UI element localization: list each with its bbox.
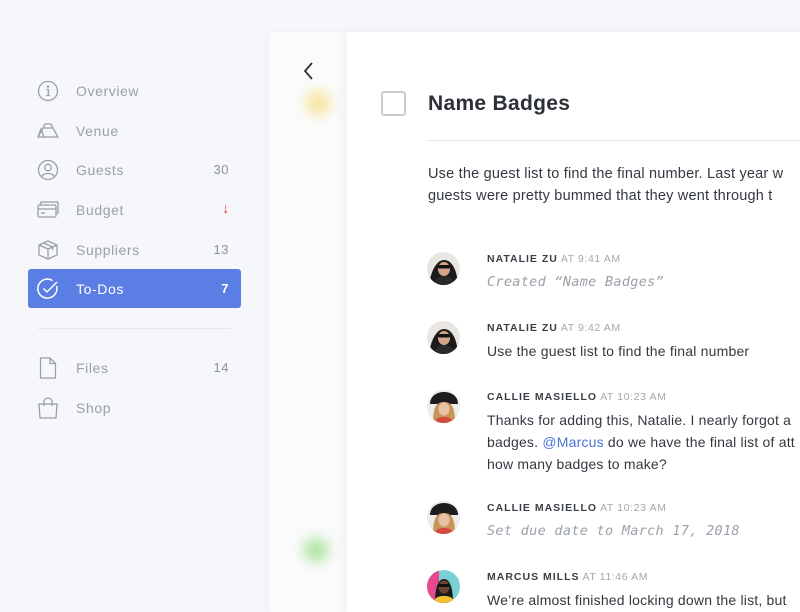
guests-count: 30 [213, 162, 229, 177]
avatar [427, 501, 460, 534]
avatar [427, 570, 460, 603]
title-divider [428, 140, 800, 141]
comment-meta: CALLIE MASIELLO AT 10:23 AM [487, 501, 800, 515]
comment-line: badges. @Marcus do we have the final lis… [487, 431, 800, 453]
comment-author: CALLIE MASIELLO [487, 391, 598, 403]
box-icon [37, 239, 59, 261]
check-circle-icon [37, 278, 59, 300]
task-description: Use the guest list to find the final num… [428, 163, 800, 207]
comment-line: Thanks for adding this, Natalie. I nearl… [487, 412, 792, 428]
comment-author: NATALIE ZU [487, 322, 558, 334]
comment-body: CALLIE MASIELLO AT 10:23 AM Set due date … [487, 501, 800, 542]
activity-text: Created “Name Badges” [487, 274, 664, 290]
comment-body: NATALIE ZU AT 9:41 AM Created “Name Badge… [487, 252, 800, 293]
task-title: Name Badges [428, 92, 571, 115]
comment-meta: NATALIE ZU AT 9:41 AM [487, 252, 800, 266]
sidebar-item-venue[interactable]: Venue [28, 111, 241, 150]
description-line: Use the guest list to find the final num… [428, 166, 784, 182]
sidebar-item-budget[interactable]: Budget ↓ [28, 190, 241, 229]
shopping-bag-icon [37, 397, 59, 419]
sidebar: Overview Venue Guests 30 Budget ↓ Suppli… [0, 0, 268, 600]
comment-text: We’re almost finished locking down the l… [487, 592, 787, 608]
sidebar-item-label: Shop [76, 400, 112, 416]
comment-text-segment: badges. [487, 434, 543, 450]
blurred-status-dot [305, 90, 331, 116]
comment-time: AT 9:41 AM [560, 253, 621, 265]
avatar [427, 252, 460, 285]
files-count: 14 [213, 360, 229, 375]
comment-meta: CALLIE MASIELLO AT 10:23 AM [487, 390, 800, 404]
task-list-panel [269, 32, 349, 612]
sidebar-item-guests[interactable]: Guests 30 [28, 150, 241, 189]
sidebar-divider [38, 328, 231, 329]
sidebar-item-todos[interactable]: To-Dos 7 [28, 269, 241, 308]
comment-body: MARCUS MILLS AT 11:46 AM We’re almost fin… [487, 570, 800, 611]
comment-time: AT 11:46 AM [582, 571, 649, 583]
comment-text: Thanks for adding this, Natalie. I nearl… [487, 409, 800, 475]
suppliers-count: 13 [213, 242, 229, 257]
comment-text: Use the guest list to find the final num… [487, 343, 750, 359]
sidebar-item-label: Suppliers [76, 242, 140, 258]
sidebar-item-label: Venue [76, 123, 119, 139]
budget-down-arrow-icon: ↓ [222, 200, 230, 217]
sidebar-item-label: Budget [76, 202, 124, 218]
back-button[interactable] [299, 59, 319, 83]
comment-meta: NATALIE ZU AT 9:42 AM [487, 321, 800, 335]
comment-meta: MARCUS MILLS AT 11:46 AM [487, 570, 800, 584]
comment-line: how many badges to make? [487, 456, 667, 472]
task-complete-checkbox[interactable] [381, 91, 406, 116]
comment-time: AT 9:42 AM [560, 322, 621, 334]
sidebar-item-label: Guests [76, 162, 124, 178]
sidebar-item-files[interactable]: Files 14 [28, 348, 241, 387]
comment-body: CALLIE MASIELLO AT 10:23 AM Thanks for ad… [487, 390, 800, 475]
todos-count: 7 [221, 281, 229, 296]
budget-card-icon [37, 199, 59, 221]
guests-icon [37, 159, 59, 181]
comment-author: NATALIE ZU [487, 253, 558, 265]
sidebar-item-label: Overview [76, 83, 140, 99]
sidebar-item-overview[interactable]: Overview [28, 71, 241, 110]
sidebar-item-label: Files [76, 360, 109, 376]
sidebar-item-shop[interactable]: Shop [28, 388, 241, 427]
comment-text-segment: do we have the final list of att [603, 434, 795, 450]
comment-time: AT 10:23 AM [600, 391, 667, 403]
comment-time: AT 10:23 AM [600, 502, 667, 514]
avatar [427, 390, 460, 423]
file-icon [37, 357, 59, 379]
venue-icon [37, 120, 59, 142]
chevron-left-icon [303, 62, 313, 80]
comment-author: MARCUS MILLS [487, 571, 580, 583]
comment-body: NATALIE ZU AT 9:42 AM Use the guest list … [487, 321, 800, 362]
sidebar-item-suppliers[interactable]: Suppliers 13 [28, 230, 241, 269]
task-detail-panel: Name Badges Use the guest list to find t… [347, 32, 800, 612]
comment-author: CALLIE MASIELLO [487, 502, 598, 514]
blurred-status-dot [303, 537, 329, 563]
mention-link[interactable]: @Marcus [542, 434, 604, 450]
avatar [427, 321, 460, 354]
activity-text: Set due date to March 17, 2018 [487, 523, 740, 539]
sidebar-item-label: To-Dos [76, 281, 124, 297]
description-line: guests were pretty bummed that they went… [428, 188, 773, 204]
info-icon [37, 80, 59, 102]
